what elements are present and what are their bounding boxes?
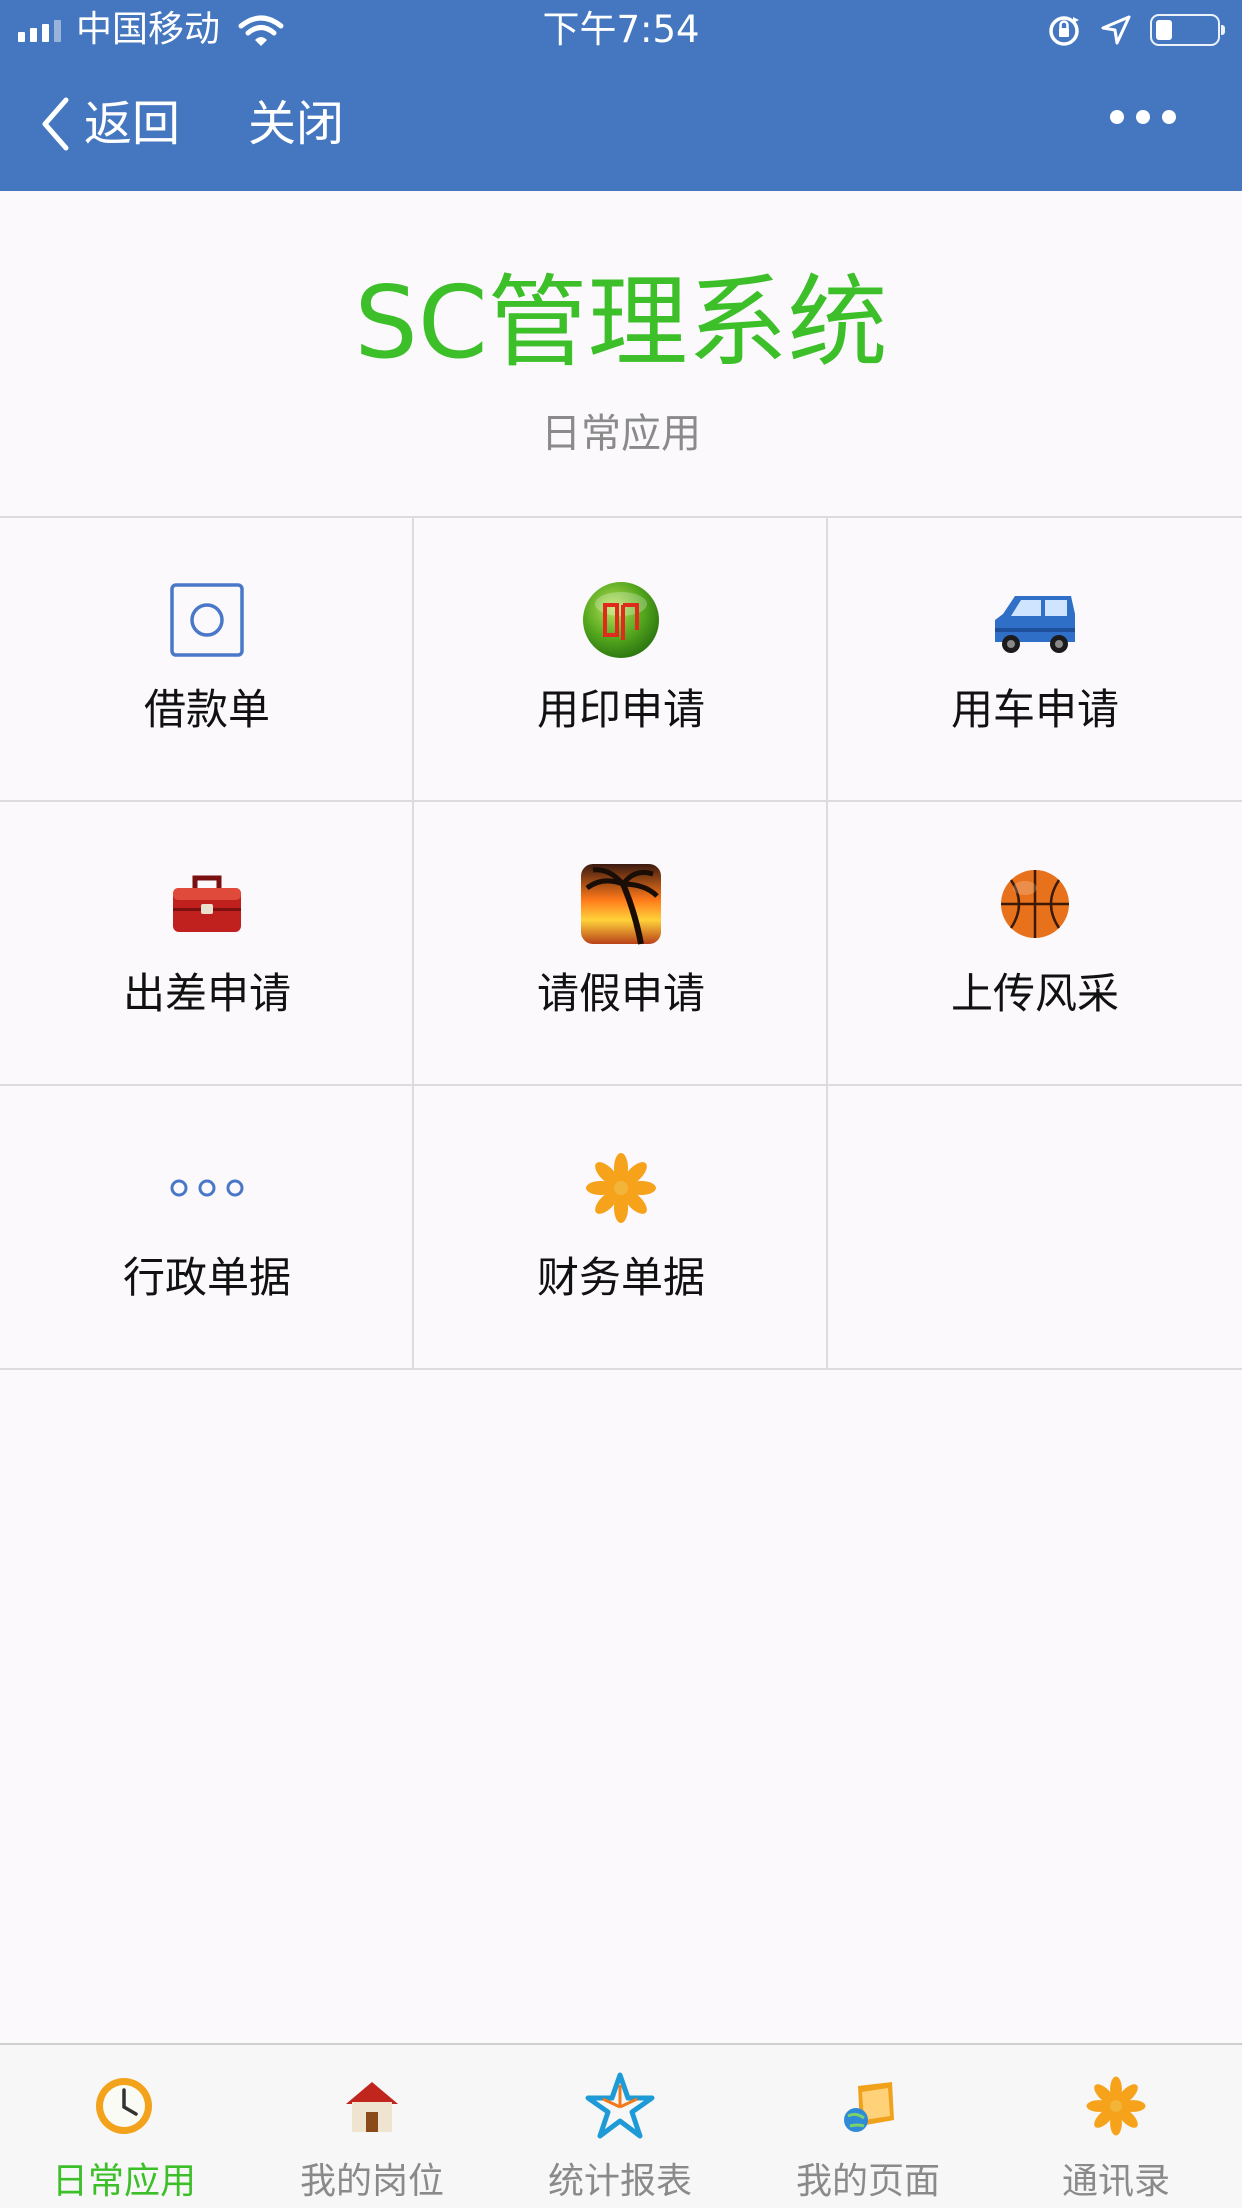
close-button[interactable]: 关闭 [248, 92, 344, 156]
tab-my-page[interactable]: 我的页面 [744, 2045, 992, 2208]
grid-item-label: 上传风采 [950, 969, 1119, 1018]
grid-item-leave[interactable]: 请假申请 [414, 802, 828, 1086]
flower-icon [1086, 2076, 1146, 2136]
app-title: SC管理系统 [354, 264, 888, 381]
tab-label: 通讯录 [1061, 2161, 1170, 2202]
top-bar: 中国移动 下午7:54 返回 关闭 [0, 0, 1242, 191]
grid-item-label: 用印申请 [536, 685, 705, 734]
circle-square-icon [170, 583, 244, 657]
clock-icon [96, 2078, 152, 2134]
app-grid: 借款单 用印申请 用车申请 出差申请 请假申请 上传风采 行政单据 财务单据 [0, 516, 1242, 1370]
grid-item-label: 行政单据 [122, 1253, 291, 1302]
status-bar: 中国移动 下午7:54 [0, 0, 1242, 62]
tab-label: 日常应用 [51, 2161, 196, 2202]
grid-item-admin-docs[interactable]: 行政单据 [0, 1086, 414, 1370]
basketball-icon [1001, 870, 1069, 938]
three-dots-icon [170, 1179, 244, 1197]
tab-label: 统计报表 [547, 2161, 692, 2202]
battery-fill [1156, 20, 1172, 40]
tab-contacts[interactable]: 通讯录 [992, 2045, 1240, 2208]
flower-icon [586, 1153, 656, 1223]
back-label: 返回 [84, 96, 181, 152]
house-icon [346, 2082, 398, 2132]
tab-label: 我的页面 [795, 2161, 940, 2202]
grid-item-car[interactable]: 用车申请 [828, 518, 1242, 802]
grid-item-loan[interactable]: 借款单 [0, 518, 414, 802]
tab-my-position[interactable]: 我的岗位 [248, 2045, 496, 2208]
folder-globe-icon [844, 2082, 894, 2132]
car-icon [995, 596, 1075, 653]
toolbox-icon [173, 875, 241, 932]
grid-item-empty [828, 1086, 1242, 1370]
rotation-lock-icon [1046, 14, 1082, 52]
grid-item-label: 用车申请 [950, 685, 1119, 734]
seal-icon [583, 582, 659, 658]
section-subtitle: 日常应用 [541, 411, 701, 457]
grid-item-upload[interactable]: 上传风采 [828, 802, 1242, 1086]
grid-item-label: 出差申请 [122, 969, 291, 1018]
tab-daily-apps[interactable]: 日常应用 [0, 2045, 248, 2208]
bottom-tab-bar: 日常应用 我的岗位 统计报表 我的页面 通讯录 [0, 2043, 1242, 2208]
tab-statistics[interactable]: 统计报表 [496, 2045, 744, 2208]
battery-icon [1150, 14, 1225, 46]
location-icon [1100, 14, 1132, 50]
grid-item-business-trip[interactable]: 出差申请 [0, 802, 414, 1086]
palm-sunset-icon [581, 864, 661, 945]
more-menu-icon[interactable] [1110, 110, 1176, 124]
grid-item-label: 请假申请 [536, 969, 705, 1018]
tab-label: 我的岗位 [299, 2161, 444, 2202]
grid-item-label: 借款单 [143, 685, 270, 734]
star-icon [585, 2072, 655, 2139]
back-button[interactable]: 返回 [40, 92, 180, 156]
chevron-left-icon [42, 97, 69, 151]
grid-item-label: 财务单据 [536, 1253, 705, 1302]
grid-item-seal[interactable]: 用印申请 [414, 518, 828, 802]
grid-item-finance-docs[interactable]: 财务单据 [414, 1086, 828, 1370]
